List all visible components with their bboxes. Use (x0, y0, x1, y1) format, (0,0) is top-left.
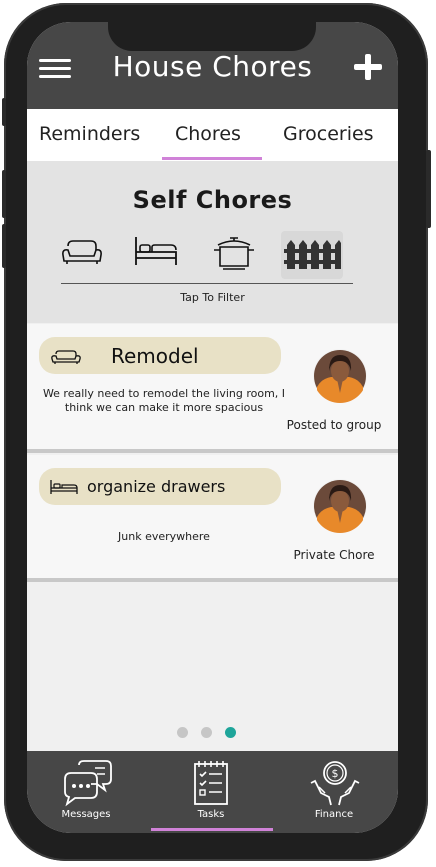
nav-messages[interactable]: Messages (36, 757, 136, 829)
nav-label: Finance (314, 809, 354, 820)
pot-icon[interactable] (211, 231, 257, 271)
sofa-icon[interactable] (59, 231, 105, 271)
phone-notch (108, 22, 316, 51)
chat-bubbles-icon (64, 760, 112, 807)
chore-status: Private Chore (293, 548, 375, 562)
filter-hint: Tap To Filter (180, 291, 245, 304)
tab-groceries[interactable]: Groceries (283, 123, 374, 145)
bed-icon (49, 478, 79, 498)
sofa-icon (49, 346, 83, 366)
nav-label: Messages (61, 809, 111, 820)
chore-title-pill: Remodel (39, 337, 281, 374)
power-button (426, 150, 431, 228)
bed-icon[interactable] (133, 231, 179, 271)
filter-panel: Self Chores Tap To Filter (27, 161, 398, 323)
filter-title: Self Chores (132, 186, 293, 214)
active-tab-indicator (162, 157, 262, 160)
svg-text:$: $ (332, 767, 339, 780)
avatar (313, 349, 367, 403)
bottom-nav: Messages Tasks $ Finance (27, 751, 398, 833)
checklist-icon (194, 761, 228, 805)
tab-bar: Reminders Chores Groceries (27, 109, 398, 161)
chore-card[interactable]: Remodel We really need to remodel the li… (27, 324, 398, 450)
filter-divider (61, 283, 353, 284)
nav-label: Tasks (197, 809, 225, 820)
money-hands-icon: $ (310, 761, 360, 806)
add-chore-button[interactable] (352, 52, 384, 84)
chore-status: Posted to group (286, 418, 382, 432)
volume-button (2, 224, 6, 268)
page-dot-2[interactable] (201, 727, 212, 738)
volume-down-button (2, 170, 6, 218)
app-screen: House Chores Reminders Chores Groceries … (27, 22, 398, 833)
page-dot-3[interactable] (225, 727, 236, 738)
page-dot-1[interactable] (177, 727, 188, 738)
tab-chores[interactable]: Chores (175, 123, 241, 145)
nav-finance[interactable]: $ Finance (284, 757, 384, 829)
fence-icon[interactable] (281, 231, 343, 279)
chore-title: organize drawers (87, 477, 226, 496)
chore-description: We really need to remodel the living roo… (42, 387, 286, 414)
chore-title-pill: organize drawers (39, 468, 281, 505)
avatar (313, 479, 367, 533)
active-nav-indicator (151, 828, 273, 831)
card-divider (27, 578, 398, 582)
card-divider (27, 449, 398, 453)
page-indicator (177, 727, 247, 739)
tab-reminders[interactable]: Reminders (39, 123, 140, 145)
chore-description: Junk everywhere (118, 530, 210, 543)
chore-title: Remodel (111, 344, 199, 368)
volume-up-button (2, 98, 6, 126)
page-title: House Chores (112, 50, 313, 83)
nav-tasks[interactable]: Tasks (161, 757, 261, 829)
chore-card[interactable]: organize drawers Junk everywhere Private… (27, 455, 398, 582)
